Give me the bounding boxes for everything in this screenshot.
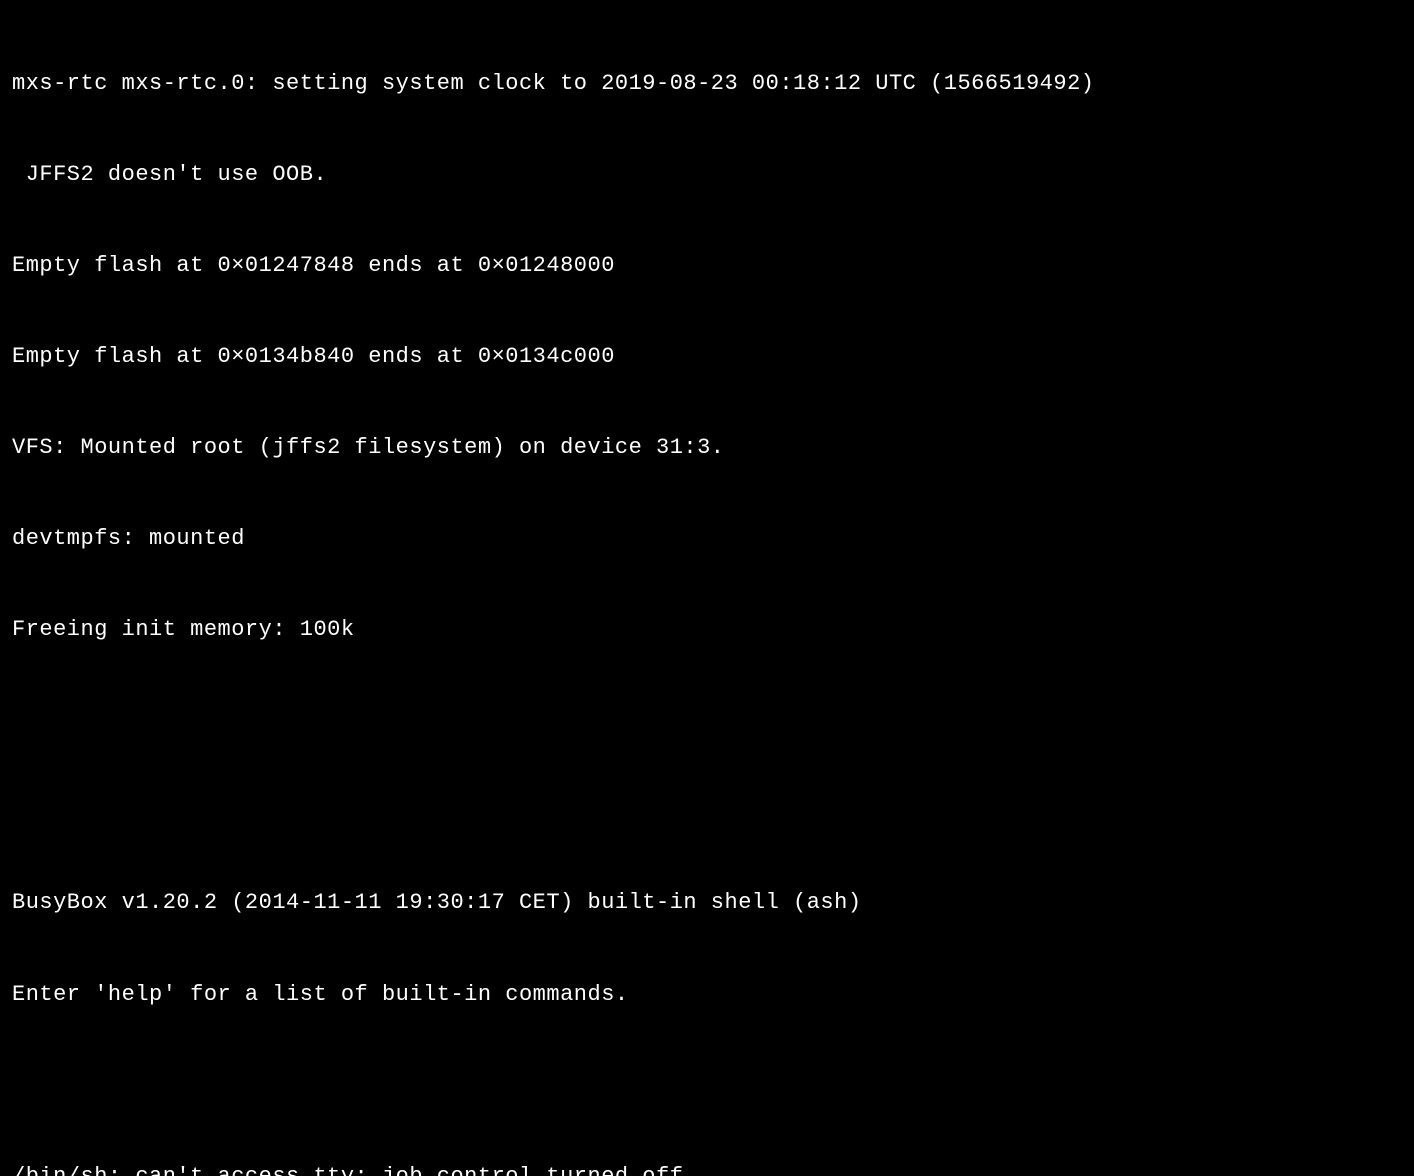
busybox-banner: BusyBox v1.20.2 (2014-11-11 19:30:17 CET… [12,888,1402,918]
terminal-output[interactable]: mxs-rtc mxs-rtc.0: setting system clock … [12,8,1402,1176]
boot-message-vfs: VFS: Mounted root (jffs2 filesystem) on … [12,433,1402,463]
boot-message-devtmpfs: devtmpfs: mounted [12,524,1402,554]
boot-message-flash2: Empty flash at 0×0134b840 ends at 0×0134… [12,342,1402,372]
blank-line [12,797,1402,827]
blank-line [12,706,1402,736]
boot-message-rtc: mxs-rtc mxs-rtc.0: setting system clock … [12,69,1402,99]
boot-message-initmem: Freeing init memory: 100k [12,615,1402,645]
shell-tty-warning: /bin/sh: can't access tty; job control t… [12,1162,1402,1176]
boot-message-jffs2: JFFS2 doesn't use OOB. [12,160,1402,190]
busybox-help-hint: Enter 'help' for a list of built-in comm… [12,980,1402,1010]
boot-message-flash1: Empty flash at 0×01247848 ends at 0×0124… [12,251,1402,281]
blank-line [12,1071,1402,1101]
